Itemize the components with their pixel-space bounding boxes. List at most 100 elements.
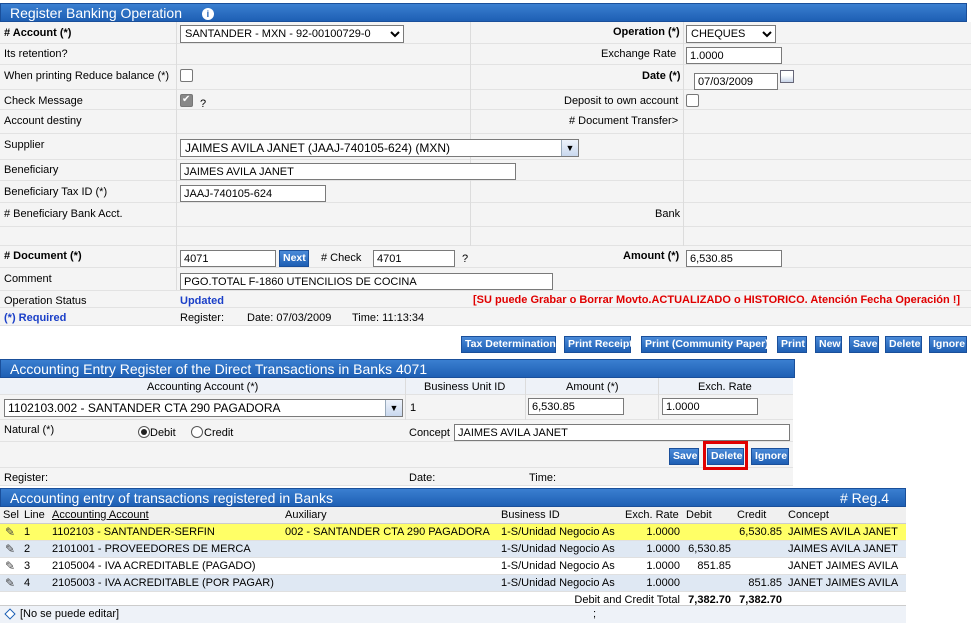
entry-amount-input[interactable]: [528, 398, 624, 415]
cell-concept: JANET JAIMES AVILA: [788, 577, 899, 589]
amount-input[interactable]: [686, 250, 782, 267]
concept-input[interactable]: [454, 424, 790, 441]
cell-account: 2101001 - PROVEEDORES DE MERCA: [52, 543, 251, 555]
col-accounting-account-sort[interactable]: Accounting Account: [49, 507, 282, 524]
entry-account-combobox[interactable]: 1102103.002 - SANTANDER CTA 290 PAGADORA…: [4, 399, 403, 417]
footer-semicolon: ;: [593, 608, 597, 620]
edit-pencil-icon[interactable]: ✎: [5, 559, 15, 573]
cell-rate: 1.0000: [646, 543, 680, 555]
cell-credit: [734, 541, 785, 558]
credit-label: Credit: [204, 427, 234, 439]
entry-ignore-button[interactable]: Ignore: [751, 448, 789, 465]
cell-concept: JAIMES AVILA JANET: [788, 543, 898, 555]
debit-radio[interactable]: [138, 426, 150, 438]
deposit-own-label: Deposit to own account: [564, 95, 679, 107]
reduce-balance-checkbox[interactable]: [180, 69, 193, 82]
cell-credit: 6,530.85: [739, 526, 782, 538]
cell-rate: 1.0000: [646, 560, 680, 572]
check-message-help: ?: [200, 98, 207, 110]
cell-account: 2105003 - IVA ACREDITABLE (POR PAGAR): [52, 577, 274, 589]
cell-rate: 1.0000: [646, 577, 680, 589]
entry-rate-input[interactable]: [662, 398, 758, 415]
check-message-label: Check Message: [4, 95, 83, 107]
print-receipt-button[interactable]: Print Receipt: [564, 336, 633, 353]
cell-line: 2: [24, 543, 31, 555]
table-row[interactable]: ✎ 2 2101001 - PROVEEDORES DE MERCA 1-S/Unid…: [0, 541, 906, 558]
save-button[interactable]: Save: [849, 336, 879, 353]
cell-account: 2105004 - IVA ACREDITABLE (PAGADO): [52, 560, 256, 572]
operation-label: Operation (*): [613, 26, 680, 38]
entry-delete-button[interactable]: Delete: [707, 448, 744, 465]
delete-button[interactable]: Delete: [885, 336, 922, 353]
check-help: ?: [462, 253, 469, 265]
amount-label: Amount (*): [623, 250, 680, 262]
edit-pencil-icon[interactable]: ✎: [5, 525, 15, 539]
cell-aux: 002 - SANTANDER CTA 290 PAGADORA: [285, 526, 490, 538]
comment-input[interactable]: [180, 273, 553, 290]
cell-credit: [734, 558, 785, 575]
list-footer: [No se puede editar] ;: [0, 605, 906, 623]
account-destiny-label: Account destiny: [4, 115, 82, 127]
document-input[interactable]: [180, 250, 276, 267]
tax-determination-button[interactable]: Tax Determination: [461, 336, 556, 353]
col-line: Line: [24, 509, 45, 521]
exchange-rate-input[interactable]: [686, 47, 782, 64]
chevron-down-icon[interactable]: ▼: [561, 140, 578, 156]
cell-aux: [282, 558, 498, 575]
col-accounting-account: Accounting Account (*): [147, 381, 259, 393]
check-input[interactable]: [373, 250, 455, 267]
retention-label: Its retention?: [4, 48, 68, 60]
supplier-combobox[interactable]: JAIMES AVILA JANET (JAAJ-740105-624) (MX…: [180, 139, 579, 157]
entry-date-label: Date:: [409, 472, 436, 484]
col-amount: Amount (*): [566, 381, 619, 393]
calendar-icon[interactable]: [780, 70, 794, 83]
col-auxiliary: Auxiliary: [285, 509, 327, 521]
cell-line: 3: [24, 560, 31, 572]
list-header: Accounting entry of transactions registe…: [0, 488, 906, 507]
entry-title: Accounting Entry Register of the Direct …: [10, 361, 428, 377]
cell-debit: [683, 524, 734, 541]
entry-account-value: 1102103.002 - SANTANDER CTA 290 PAGADORA: [8, 401, 281, 415]
table-row[interactable]: ✎ 3 2105004 - IVA ACREDITABLE (PAGADO) 1-S/…: [0, 558, 906, 575]
date-label: Date (*): [642, 70, 681, 82]
table-row[interactable]: ✎ 4 2105003 - IVA ACREDITABLE (POR PAGAR) 1…: [0, 575, 906, 592]
banking-title: Register Banking Operation: [10, 5, 182, 21]
new-button[interactable]: New: [815, 336, 842, 353]
col-credit: Credit: [737, 509, 767, 521]
cell-debit: 6,530.85: [688, 543, 731, 555]
check-label: # Check: [321, 252, 362, 264]
chevron-down-icon[interactable]: ▼: [385, 400, 402, 416]
col-business-id: Business ID: [501, 509, 560, 521]
tax-id-input[interactable]: [180, 185, 326, 202]
col-sel: Sel: [3, 509, 19, 521]
credit-radio[interactable]: [191, 426, 203, 438]
entry-header: Accounting Entry Register of the Direct …: [0, 359, 795, 378]
register-date: Date: 07/03/2009: [247, 312, 332, 324]
edit-pencil-icon[interactable]: ✎: [5, 542, 15, 556]
bank-label: Bank: [655, 208, 681, 220]
account-select[interactable]: SANTANDER - MXN - 92-00100729-0: [180, 25, 404, 43]
operation-select[interactable]: CHEQUES: [686, 25, 776, 43]
deposit-own-checkbox[interactable]: [686, 94, 699, 107]
info-icon[interactable]: i: [201, 8, 214, 20]
col-business-unit: Business Unit ID: [424, 381, 506, 393]
warning-message: [SU puede Grabar o Borrar Movto.ACTUALIZ…: [473, 294, 961, 306]
natural-label: Natural (*): [4, 424, 55, 436]
entry-save-button[interactable]: Save: [669, 448, 699, 465]
cell-credit: 851.85: [748, 577, 782, 589]
record-count: # Reg.4: [839, 490, 889, 506]
col-rate: Exch. Rate: [625, 509, 679, 521]
register-label: Register:: [180, 312, 225, 324]
print-button[interactable]: Print: [777, 336, 807, 353]
debit-label: Debit: [150, 427, 176, 439]
table-row[interactable]: ✎ 1 1102103 - SANTANDER-SERFIN 002 - SANTAN…: [0, 524, 906, 541]
date-input[interactable]: [694, 73, 778, 90]
beneficiary-input[interactable]: [180, 163, 516, 180]
reduce-balance-label: When printing Reduce balance (*): [4, 70, 170, 82]
edit-pencil-icon[interactable]: ✎: [5, 576, 15, 590]
print-community-paper-button[interactable]: Print (Community Paper): [641, 336, 769, 353]
check-message-checkbox[interactable]: [180, 94, 193, 107]
next-button[interactable]: Next: [279, 250, 309, 267]
col-concept: Concept: [788, 509, 829, 521]
ignore-button[interactable]: Ignore: [929, 336, 967, 353]
